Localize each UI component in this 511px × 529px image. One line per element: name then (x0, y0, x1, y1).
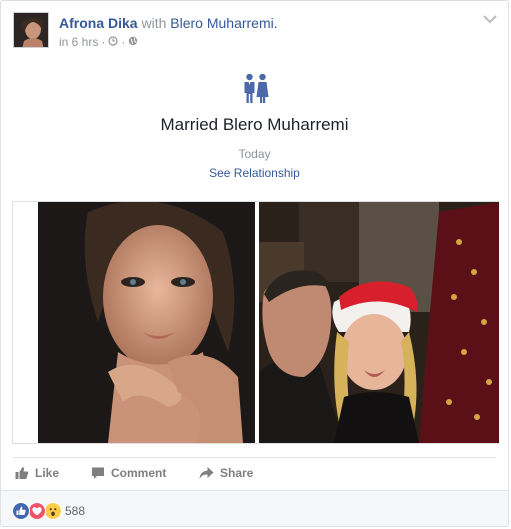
comment-label: Comment (111, 466, 167, 480)
love-reaction-icon (28, 502, 46, 520)
meta-separator: · (101, 35, 106, 49)
see-relationship-link[interactable]: See Relationship (1, 166, 508, 180)
portrait-photo[interactable] (38, 202, 255, 443)
share-label: Share (220, 466, 254, 480)
like-reaction-icon (12, 502, 30, 520)
reaction-count[interactable]: 588 (65, 502, 85, 520)
married-couple-icon (244, 73, 269, 103)
life-event-date: Today (238, 147, 271, 161)
life-event-title: Married Blero Muharremi (160, 115, 349, 134)
family-christmas-photo[interactable] (259, 202, 499, 443)
wow-reaction-icon (44, 502, 62, 520)
comment-button[interactable]: Comment (91, 458, 166, 488)
meta-separator: · (121, 35, 126, 49)
post-card: Afrona Dika with Blero Muharremi. in 6 h… (0, 0, 509, 527)
author-name[interactable]: Afrona Dika (59, 15, 138, 31)
action-bar: Like Comment Share (13, 457, 496, 490)
tagged-person[interactable]: Blero Muharremi. (170, 15, 277, 31)
globe-icon[interactable] (128, 35, 138, 49)
with-label: with (141, 15, 167, 31)
post-header: Afrona Dika with Blero Muharremi. (59, 14, 278, 32)
share-icon (199, 467, 214, 479)
chevron-down-icon[interactable] (482, 13, 498, 25)
post-meta: in 6 hrs · · (59, 35, 138, 49)
like-button[interactable]: Like (15, 458, 59, 488)
share-button[interactable]: Share (199, 458, 253, 488)
comment-icon (92, 467, 104, 479)
thumbs-up-icon (15, 467, 29, 479)
author-avatar[interactable] (13, 12, 49, 48)
clock-icon (108, 35, 118, 49)
like-label: Like (35, 466, 60, 480)
post-timestamp[interactable]: in 6 hrs (59, 35, 98, 49)
reactions-bar[interactable]: 588 (1, 490, 508, 526)
